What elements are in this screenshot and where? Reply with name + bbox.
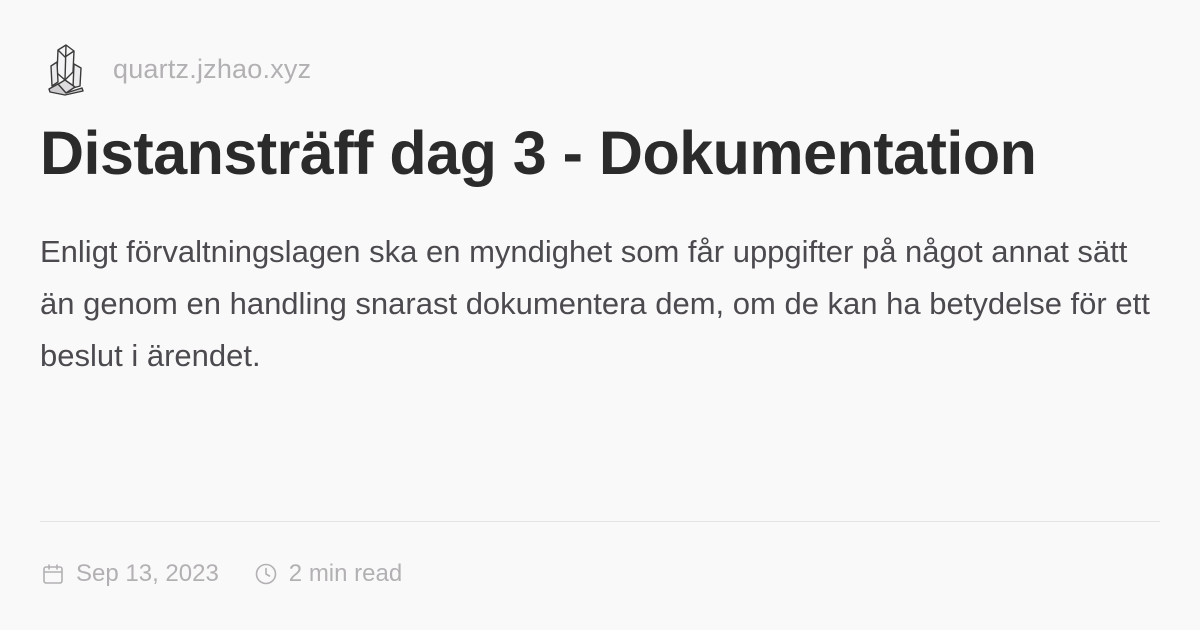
read-time: 2 min read [288,560,403,587]
site-url: quartz.jzhao.xyz [113,53,312,84]
publish-date: Sep 13, 2023 [76,560,219,587]
clock-icon [253,561,279,587]
divider [40,521,1160,522]
date-meta: Sep 13, 2023 [40,560,219,588]
og-card: quartz.jzhao.xyz Distansträff dag 3 - Do… [0,0,1200,630]
read-time-meta: 2 min read [253,560,402,588]
page-title: Distansträff dag 3 - Dokumentation [40,119,1037,187]
article-meta: Sep 13, 2023 2 min read [40,556,402,592]
calendar-icon [40,561,66,587]
crystal-logo-icon [45,41,87,97]
site-header: quartz.jzhao.xyz [45,40,311,98]
page-description: Enligt förvaltningslagen ska en myndighe… [40,234,1150,373]
